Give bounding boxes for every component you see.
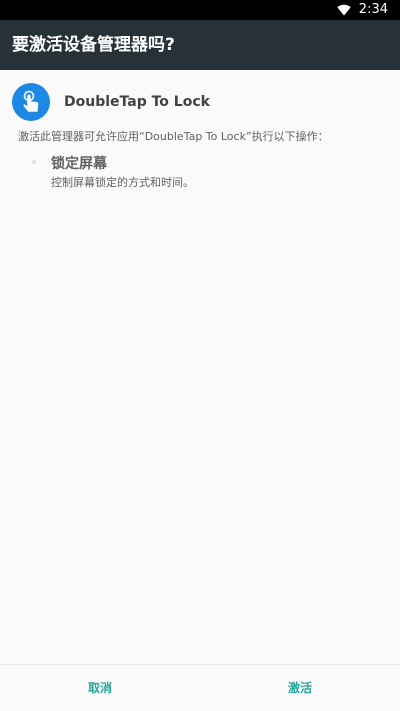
status-time: 2:34: [358, 2, 388, 17]
policy-description: 控制屏幕锁定的方式和时间。: [51, 176, 194, 189]
dialog-header: 要激活设备管理器吗?: [0, 20, 400, 70]
bullet-icon: [32, 160, 36, 164]
status-bar: 2:34: [0, 0, 400, 20]
tap-icon: [12, 83, 50, 121]
status-icons: 2:34: [337, 0, 388, 20]
activate-button[interactable]: 激活: [200, 668, 400, 708]
wifi-icon: [337, 4, 351, 16]
permission-description: 激活此管理器可允许应用“DoubleTap To Lock”执行以下操作：: [18, 130, 329, 143]
dialog-title: 要激活设备管理器吗?: [12, 35, 175, 55]
button-divider: [0, 664, 400, 665]
policy-title: 锁定屏幕: [51, 156, 107, 172]
app-name: DoubleTap To Lock: [64, 94, 210, 110]
app-info: DoubleTap To Lock: [12, 82, 210, 122]
cancel-button[interactable]: 取消: [0, 668, 200, 708]
